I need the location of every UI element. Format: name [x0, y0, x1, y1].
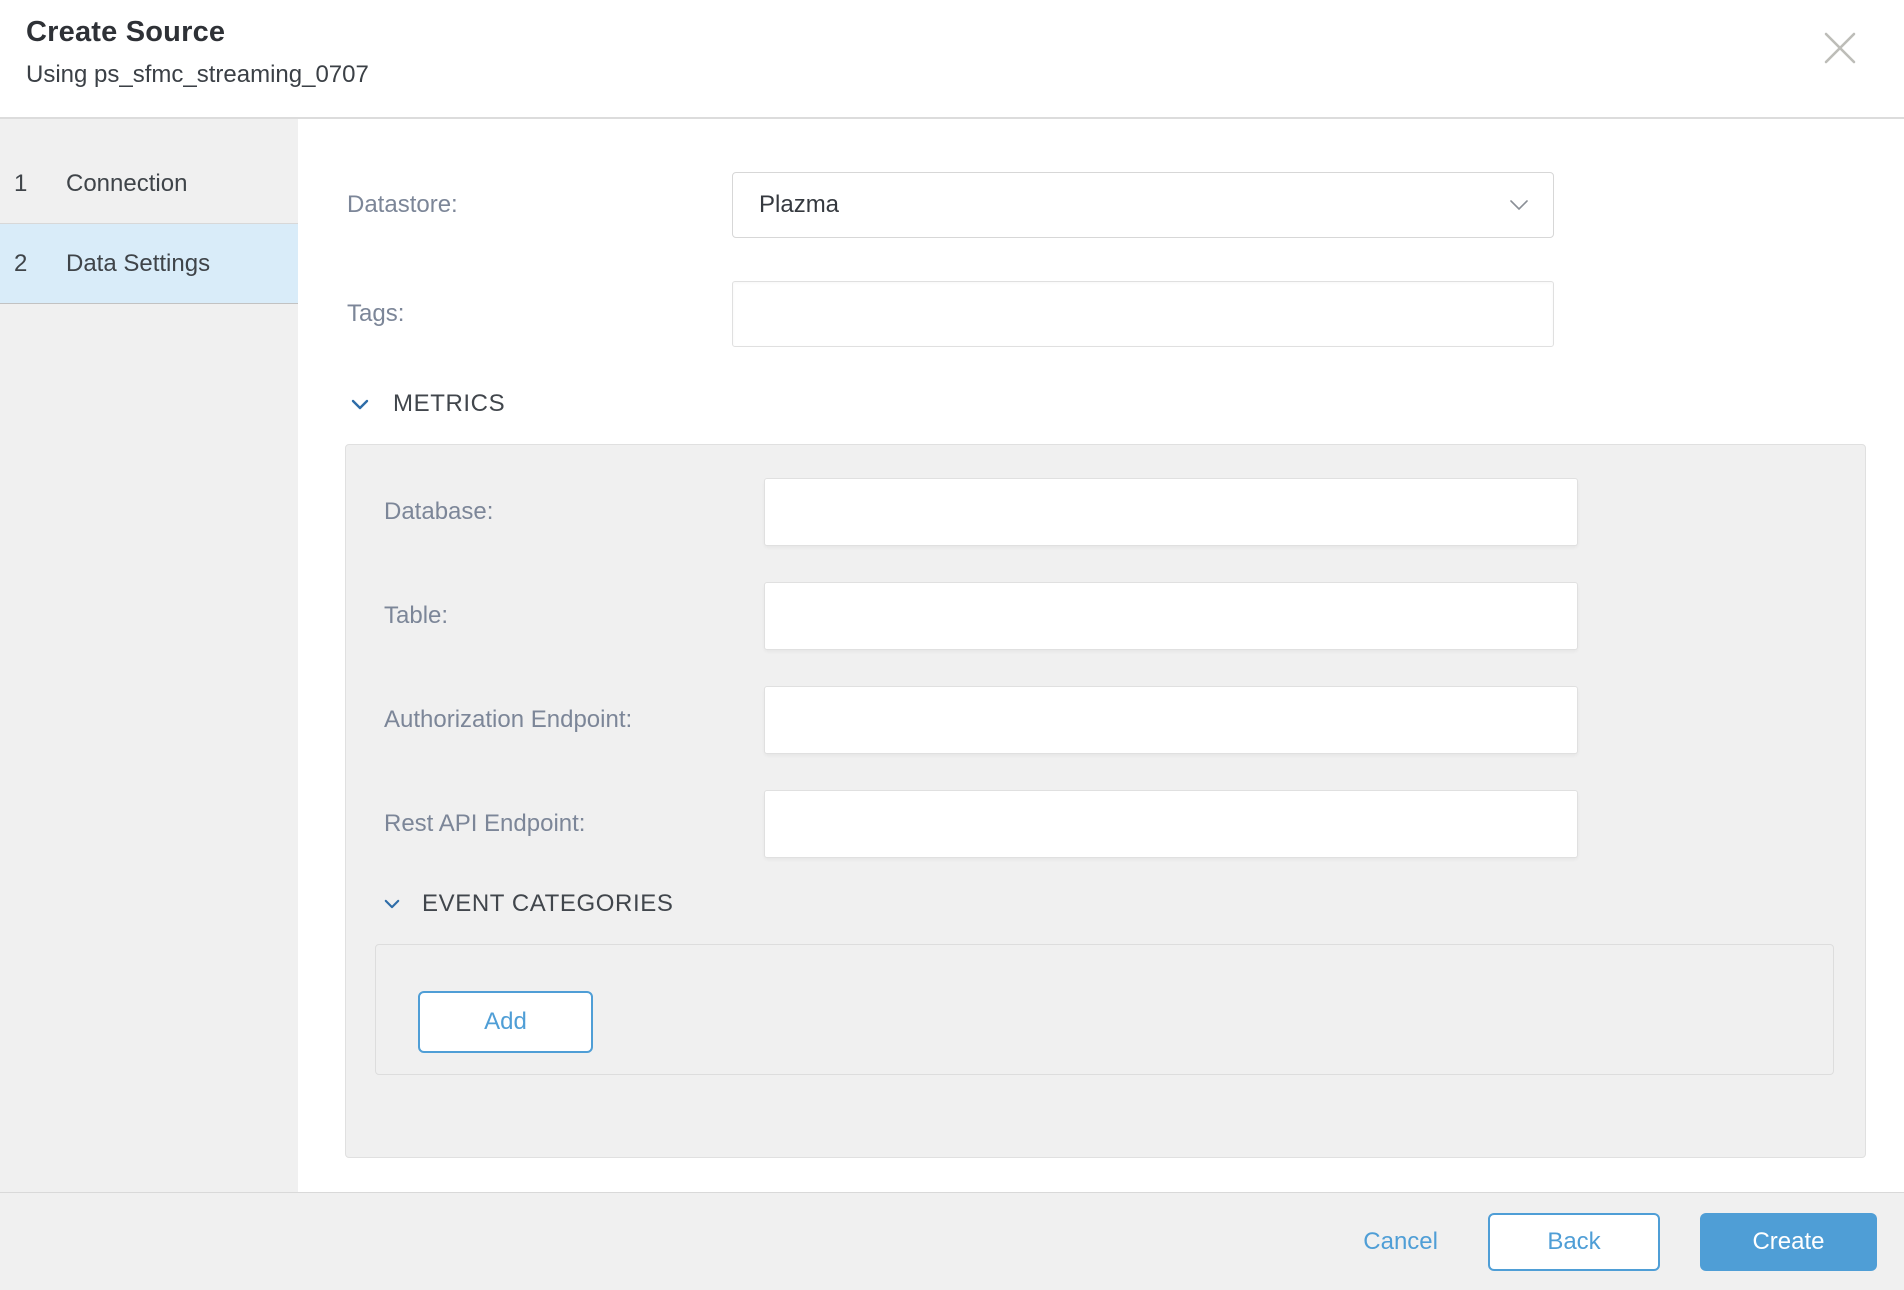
create-button[interactable]: Create: [1700, 1213, 1877, 1271]
rest-api-endpoint-input[interactable]: [764, 790, 1578, 858]
chevron-down-icon: [1509, 199, 1529, 211]
rest-api-endpoint-row: Rest API Endpoint:: [384, 790, 1865, 858]
datastore-select[interactable]: Plazma: [732, 172, 1554, 238]
chevron-down-icon: [351, 399, 369, 410]
close-button[interactable]: [1818, 26, 1862, 70]
sidebar-item-connection[interactable]: 1 Connection: [0, 144, 298, 224]
authorization-endpoint-label: Authorization Endpoint:: [384, 706, 764, 734]
chevron-down-icon: [384, 899, 400, 909]
metrics-panel: Database: Table: Authorization Endpoint:…: [345, 444, 1866, 1158]
close-icon: [1821, 29, 1859, 67]
event-categories-title: EVENT CATEGORIES: [422, 890, 673, 918]
step-label: Data Settings: [66, 250, 210, 278]
back-button[interactable]: Back: [1488, 1213, 1660, 1271]
tags-row: Tags:: [347, 281, 1904, 347]
create-source-dialog: Create Source Using ps_sfmc_streaming_07…: [0, 0, 1904, 1290]
dialog-header: Create Source Using ps_sfmc_streaming_07…: [0, 0, 1904, 119]
steps-sidebar: 1 Connection 2 Data Settings: [0, 119, 298, 1192]
step-number: 1: [14, 170, 36, 198]
dialog-body: 1 Connection 2 Data Settings Datastore: …: [0, 119, 1904, 1192]
datastore-label: Datastore:: [347, 191, 732, 219]
event-categories-box: Add: [375, 944, 1834, 1075]
datastore-row: Datastore: Plazma: [347, 172, 1904, 238]
tags-label: Tags:: [347, 300, 732, 328]
form-panel: Datastore: Plazma Tags: METRICS: [298, 119, 1904, 1192]
step-label: Connection: [66, 170, 187, 198]
datastore-selected-value: Plazma: [759, 191, 839, 219]
dialog-footer: Cancel Back Create: [0, 1192, 1904, 1290]
sidebar-item-data-settings[interactable]: 2 Data Settings: [0, 224, 298, 304]
step-number: 2: [14, 250, 36, 278]
table-row: Table:: [384, 582, 1865, 650]
authorization-endpoint-row: Authorization Endpoint:: [384, 686, 1865, 754]
tags-input[interactable]: [732, 281, 1554, 347]
metrics-section-title: METRICS: [393, 390, 505, 418]
database-input[interactable]: [764, 478, 1578, 546]
database-row: Database:: [384, 478, 1865, 546]
page-title: Create Source: [26, 16, 1878, 49]
authorization-endpoint-input[interactable]: [764, 686, 1578, 754]
cancel-button[interactable]: Cancel: [1353, 1228, 1448, 1256]
add-event-category-button[interactable]: Add: [418, 991, 593, 1053]
page-subtitle: Using ps_sfmc_streaming_0707: [26, 61, 1878, 89]
metrics-section-toggle[interactable]: METRICS: [351, 390, 1904, 418]
event-categories-toggle[interactable]: EVENT CATEGORIES: [384, 890, 1865, 918]
rest-api-endpoint-label: Rest API Endpoint:: [384, 810, 764, 838]
table-input[interactable]: [764, 582, 1578, 650]
table-label: Table:: [384, 602, 764, 630]
database-label: Database:: [384, 498, 764, 526]
